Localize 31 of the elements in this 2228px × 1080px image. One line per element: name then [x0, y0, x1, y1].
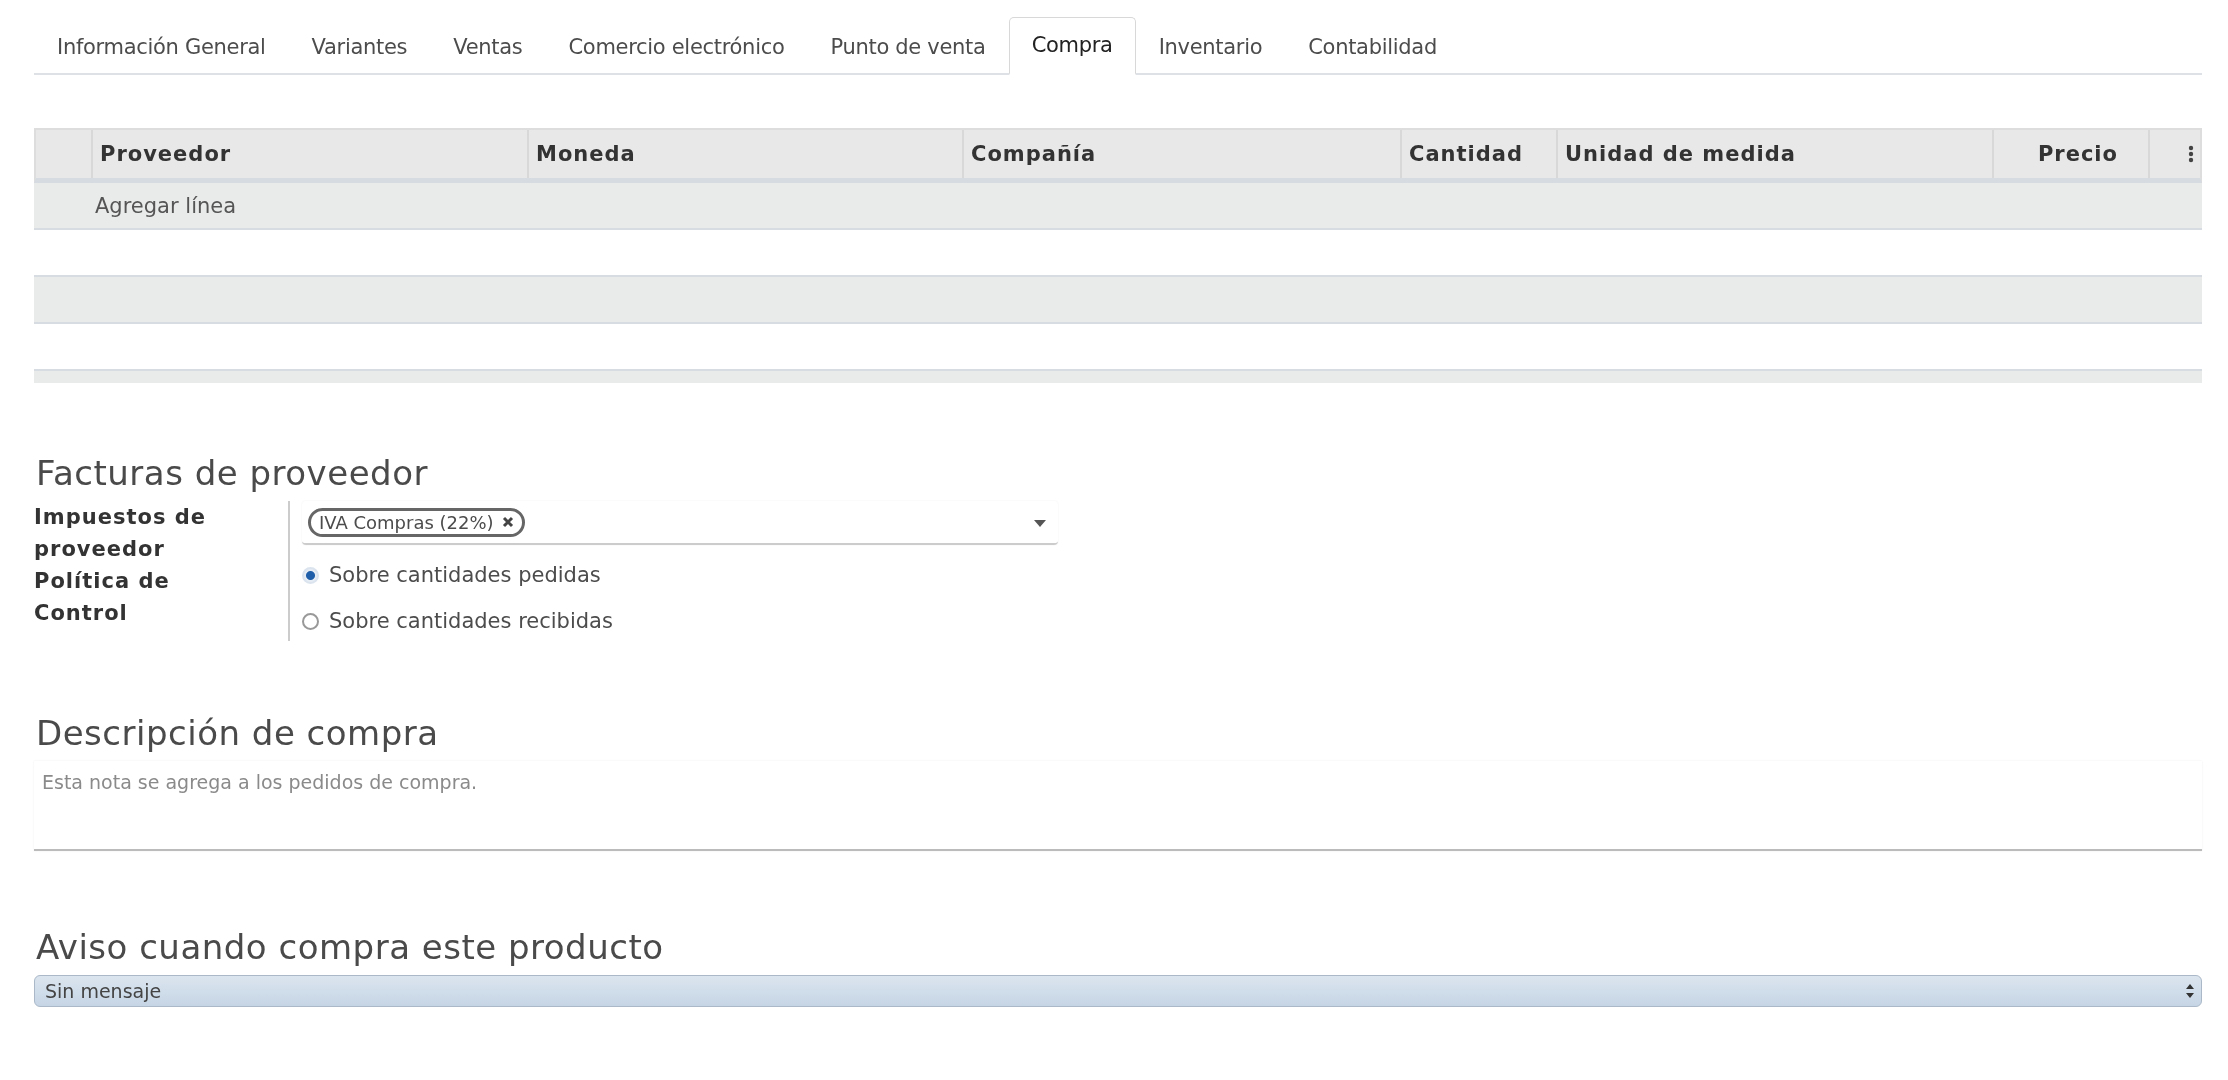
tab[interactable]: Punto de venta: [807, 19, 1009, 75]
column-header[interactable]: Cantidad: [1409, 142, 1523, 166]
tab[interactable]: Comercio electrónico: [545, 19, 808, 75]
warning-select[interactable]: Sin mensaje: [34, 975, 2202, 1007]
tag-label: IVA Compras (22%): [319, 511, 494, 533]
column-header[interactable]: Unidad de medida: [1565, 142, 1796, 166]
taxes-field[interactable]: IVA Compras (22%): [302, 501, 1058, 545]
radio-label[interactable]: Sobre cantidades recibidas: [329, 609, 613, 633]
add-line-link[interactable]: Agregar línea: [95, 193, 237, 218]
field-label: Impuestos de proveedor: [34, 504, 207, 563]
description-field[interactable]: Esta nota se agrega a los pedidos de compra.: [34, 761, 2202, 851]
section-heading: Facturas de proveedor: [36, 453, 429, 493]
sort-arrows-icon: [2185, 983, 2195, 999]
remove-icon[interactable]: [501, 516, 514, 528]
section-heading: Aviso cuando compra este producto: [36, 927, 665, 967]
field-label: Política de Control: [34, 568, 171, 627]
radio-button[interactable]: [302, 612, 319, 630]
more-options-icon[interactable]: [2188, 145, 2194, 163]
tab[interactable]: Información General: [34, 19, 289, 75]
column-header[interactable]: Compañía: [971, 142, 1097, 166]
tab[interactable]: Inventario: [1135, 19, 1286, 75]
section-heading: Descripción de compra: [36, 713, 440, 753]
column-header[interactable]: Moneda: [536, 142, 636, 166]
tab[interactable]: Contabilidad: [1285, 19, 1460, 75]
column-header[interactable]: Proveedor: [100, 142, 232, 166]
caret-icon[interactable]: [1034, 520, 1046, 527]
tab[interactable]: Ventas: [430, 19, 546, 75]
tab[interactable]: Variantes: [288, 19, 431, 75]
column-header[interactable]: Precio: [2037, 142, 2118, 166]
tab[interactable]: Compra: [1008, 17, 1136, 75]
radio-label[interactable]: Sobre cantidades pedidas: [329, 563, 601, 587]
